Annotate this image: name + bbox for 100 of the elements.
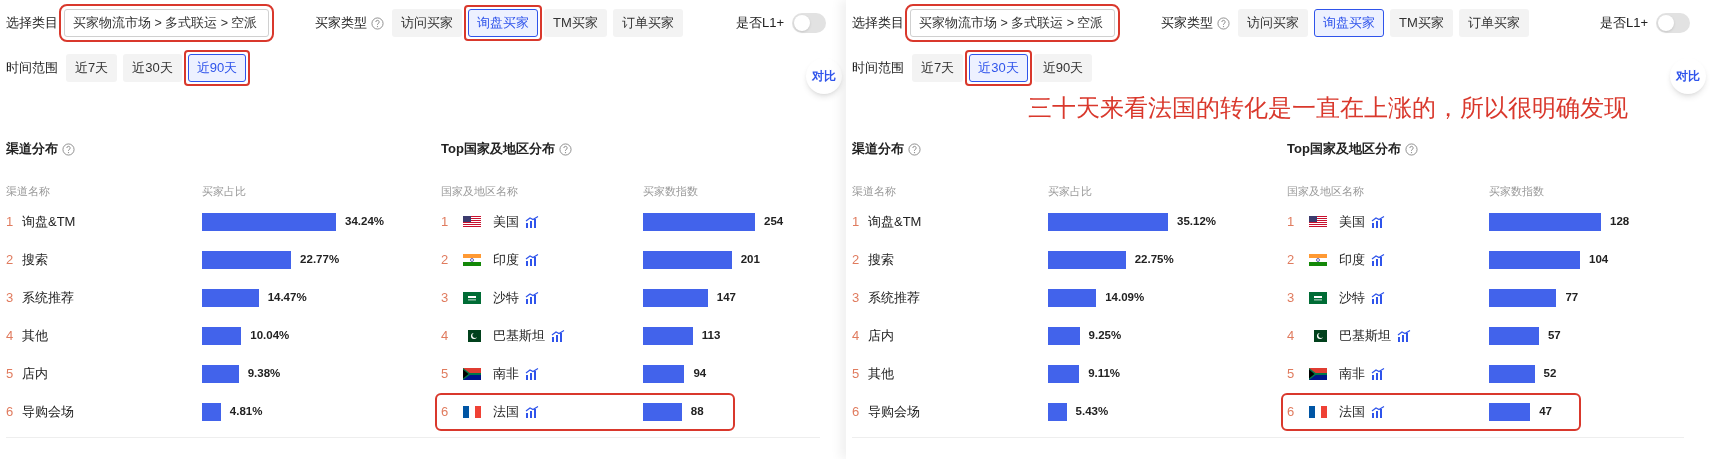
- rank-number: 5: [441, 365, 450, 384]
- bar-value: 113: [701, 328, 721, 344]
- bar-value: 147: [716, 290, 736, 306]
- filter-tab[interactable]: 近7天: [912, 54, 964, 82]
- toggle-switch[interactable]: [792, 13, 826, 33]
- rank-number: 6: [1287, 403, 1296, 422]
- toggle-switch[interactable]: [1656, 13, 1690, 33]
- bar: [1048, 365, 1080, 383]
- trend-chart-icon[interactable]: [525, 216, 539, 228]
- field-label: 买家类型: [315, 14, 367, 33]
- compare-button[interactable]: 对比: [1670, 58, 1706, 94]
- bar-value: 10.04%: [250, 328, 290, 344]
- trend-chart-icon[interactable]: [525, 368, 539, 380]
- country-name: 巴基斯坦: [493, 327, 545, 346]
- bar: [1489, 365, 1535, 383]
- rank-number: 4: [1287, 327, 1296, 346]
- trend-chart-icon[interactable]: [1371, 254, 1385, 266]
- bar: [643, 327, 693, 345]
- filter-tab[interactable]: 近30天: [969, 54, 1028, 82]
- bar: [202, 289, 259, 307]
- trend-chart-icon[interactable]: [525, 254, 539, 266]
- channel-name: 店内: [868, 327, 895, 346]
- rank-number: 6: [441, 403, 450, 422]
- filter-tab[interactable]: TM买家: [544, 9, 607, 37]
- filter-tab[interactable]: 访问买家: [1238, 9, 1308, 37]
- filter-tab[interactable]: 近30天: [123, 54, 182, 82]
- rank-number: 1: [6, 213, 15, 232]
- bar-value: 9.25%: [1088, 328, 1122, 344]
- country-name: 美国: [1339, 213, 1365, 232]
- trend-chart-icon[interactable]: [525, 292, 539, 304]
- bar-value: 5.43%: [1075, 404, 1109, 420]
- field-label: 时间范围: [6, 59, 58, 78]
- bar-value: 14.09%: [1105, 290, 1145, 306]
- compare-button[interactable]: 对比: [806, 58, 842, 94]
- field-label: 买家类型: [1161, 14, 1213, 33]
- bar: [202, 365, 239, 383]
- rank-number: 4: [852, 327, 861, 346]
- filter-tab[interactable]: 询盘买家: [468, 9, 538, 37]
- bar-value: 104: [1589, 252, 1609, 268]
- trend-chart-icon[interactable]: [1371, 406, 1385, 418]
- country-name: 南非: [493, 365, 519, 384]
- filter-tab[interactable]: 近90天: [1033, 54, 1093, 82]
- trend-chart-icon[interactable]: [551, 330, 565, 342]
- rank-number: 4: [441, 327, 450, 346]
- country-name: 南非: [1339, 365, 1365, 384]
- filter-tab[interactable]: TM买家: [1390, 9, 1453, 37]
- bar: [1489, 289, 1557, 307]
- channel-name: 系统推荐: [868, 289, 921, 308]
- column-header: 买家占比: [1048, 184, 1092, 199]
- bar-value: 57: [1547, 328, 1561, 344]
- rank-number: 2: [1287, 251, 1296, 270]
- country-name: 印度: [1339, 251, 1365, 270]
- trend-chart-icon[interactable]: [1371, 292, 1385, 304]
- rank-number: 3: [441, 289, 450, 308]
- bar-value: 254: [764, 214, 784, 230]
- filter-tab[interactable]: 访问买家: [392, 9, 462, 37]
- bar: [202, 403, 221, 421]
- select-value: 买家物流市场 > 多式联运 > 空派: [73, 14, 258, 32]
- column-header: 国家及地区名称: [1287, 184, 1365, 199]
- filter-tab[interactable]: 询盘买家: [1314, 9, 1384, 37]
- country-name: 印度: [493, 251, 519, 270]
- rank-number: 1: [441, 213, 450, 232]
- filter-tab[interactable]: 订单买家: [1458, 9, 1529, 37]
- bar-value: 52: [1543, 366, 1557, 382]
- filter-tab[interactable]: 近90天: [187, 54, 247, 82]
- channel-name: 搜索: [22, 251, 49, 270]
- field-label: 时间范围: [852, 59, 904, 78]
- trend-chart-icon[interactable]: [1397, 330, 1411, 342]
- column-header: 买家数指数: [643, 184, 698, 199]
- bar: [1489, 327, 1539, 345]
- rank-number: 4: [6, 327, 15, 346]
- country-name: 法国: [1339, 403, 1365, 422]
- annotation-text: 三十天来看法国的转化是一直在上涨的，所以很明确发现: [1028, 93, 1628, 123]
- bar-value: 201: [740, 252, 760, 268]
- rank-number: 1: [852, 213, 861, 232]
- trend-chart-icon[interactable]: [1371, 368, 1385, 380]
- trend-chart-icon[interactable]: [1371, 216, 1385, 228]
- channel-name: 系统推荐: [22, 289, 75, 308]
- rank-number: 2: [852, 251, 861, 270]
- column-header: 国家及地区名称: [441, 184, 519, 199]
- rank-number: 1: [1287, 213, 1296, 232]
- bar-value: 128: [1610, 214, 1630, 230]
- column-header: 买家占比: [202, 184, 246, 199]
- country-name: 法国: [493, 403, 519, 422]
- filter-tab[interactable]: 订单买家: [612, 9, 683, 37]
- channel-name: 导购会场: [22, 403, 75, 422]
- filter-tab[interactable]: 近7天: [66, 54, 118, 82]
- bar: [643, 403, 682, 421]
- bar-value: 22.75%: [1134, 252, 1174, 268]
- field-label: 选择类目: [6, 14, 58, 33]
- bar: [1048, 327, 1080, 345]
- rank-number: 3: [6, 289, 15, 308]
- rank-number: 6: [6, 403, 15, 422]
- section-title: 渠道分布: [852, 140, 904, 159]
- country-name: 巴基斯坦: [1339, 327, 1391, 346]
- bar-value: 4.81%: [229, 404, 263, 420]
- trend-chart-icon[interactable]: [525, 406, 539, 418]
- rank-number: 5: [852, 365, 861, 384]
- field-label: 是否L1+: [1599, 14, 1648, 33]
- rank-number: 5: [6, 365, 15, 384]
